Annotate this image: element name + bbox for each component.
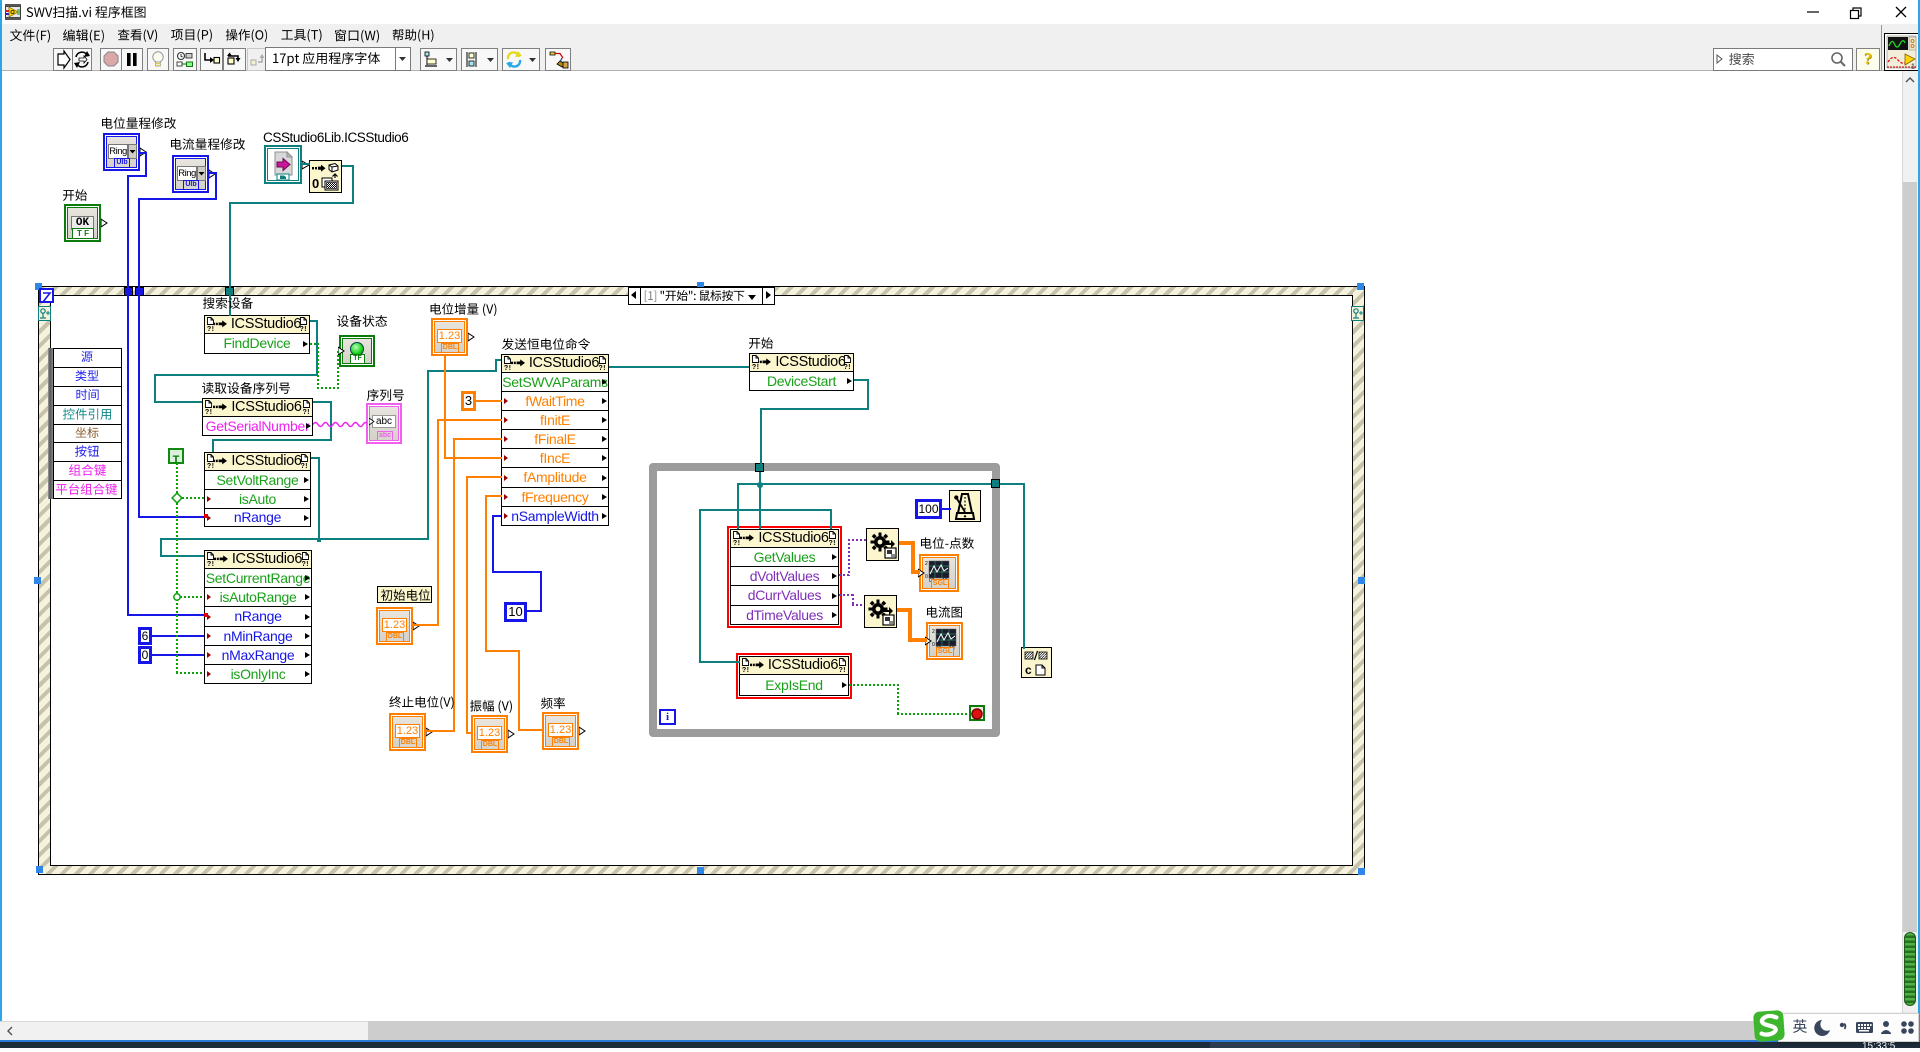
svg-text:0: 0 — [932, 642, 935, 648]
svg-text:0: 0 — [312, 176, 319, 191]
svg-text:0: 0 — [925, 574, 928, 580]
svg-text:c: c — [1025, 663, 1032, 677]
svg-text:2: 2 — [932, 629, 935, 635]
svg-text:1: 1 — [1911, 64, 1915, 71]
svg-text:2: 2 — [925, 561, 928, 567]
